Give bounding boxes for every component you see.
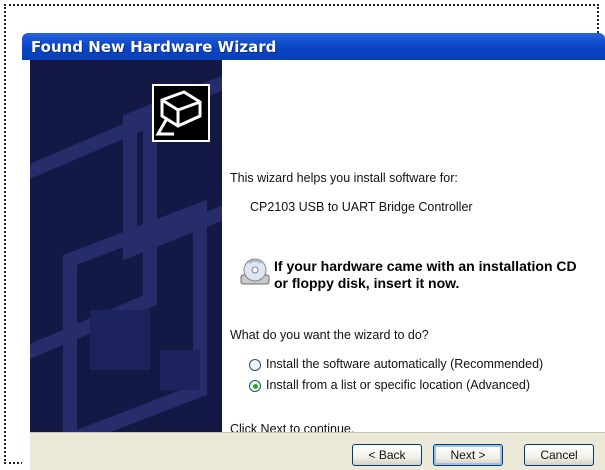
back-button[interactable]: < Back <box>352 444 422 466</box>
option-automatic-label[interactable]: Install the software automatically (Reco… <box>266 357 543 371</box>
cd-notice-line2: or floppy disk, insert it now. <box>274 275 460 291</box>
cancel-button[interactable]: Cancel <box>524 444 594 466</box>
radio-install-from-list[interactable] <box>249 380 261 392</box>
wizard-sidebar <box>30 60 222 432</box>
cd-drive-icon <box>238 255 272 294</box>
window-title: Found New Hardware Wizard <box>31 38 277 56</box>
wizard-window: Found New Hardware Wizard This wizard he… <box>22 33 605 470</box>
radio-install-automatic[interactable] <box>249 359 261 371</box>
device-name: CP2103 USB to UART Bridge Controller <box>250 200 473 214</box>
cd-notice-line1: If your hardware came with an installati… <box>274 258 577 274</box>
option-advanced-label[interactable]: Install from a list or specific location… <box>266 378 530 392</box>
cd-notice: If your hardware came with an installati… <box>274 258 594 292</box>
question-text: What do you want the wizard to do? <box>230 328 429 342</box>
button-bar: < Back Next > Cancel <box>30 432 605 470</box>
next-button[interactable]: Next > <box>433 444 503 466</box>
hardware-card-icon <box>152 84 210 142</box>
intro-text: This wizard helps you install software f… <box>230 171 458 185</box>
title-bar[interactable]: Found New Hardware Wizard <box>22 33 605 60</box>
wizard-content: This wizard helps you install software f… <box>222 60 605 436</box>
